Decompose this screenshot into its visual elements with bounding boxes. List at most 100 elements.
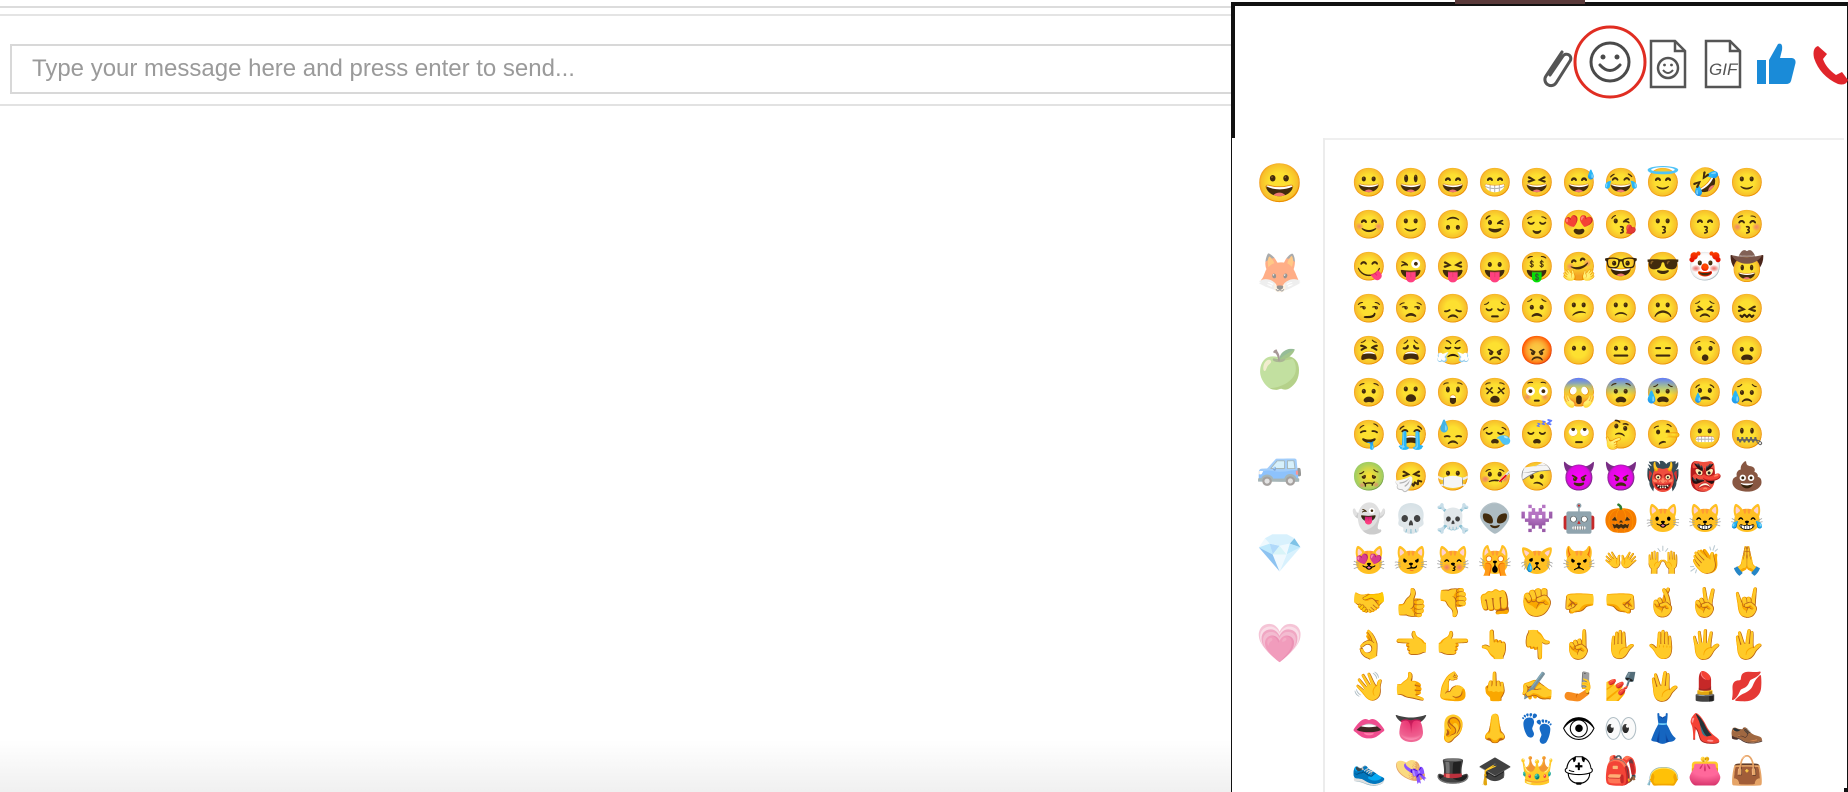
emoji-item[interactable]: 😀 [1348,162,1390,204]
emoji-item[interactable]: 🙀 [1474,540,1516,582]
emoji-item[interactable]: 😃 [1390,162,1432,204]
emoji-item[interactable]: 👹 [1642,456,1684,498]
emoji-item[interactable]: 🤙 [1390,666,1432,708]
emoji-item[interactable]: 🤚 [1642,624,1684,666]
emoji-item[interactable]: 🤔 [1600,414,1642,456]
emoji-item[interactable]: 👝 [1642,750,1684,792]
emoji-item[interactable]: 🙏 [1726,540,1768,582]
emoji-item[interactable]: 😖 [1726,288,1768,330]
emoji-item[interactable]: 😽 [1432,540,1474,582]
emoji-item[interactable]: 😈 [1558,456,1600,498]
emoji-item[interactable]: 😜 [1390,246,1432,288]
emoji-item[interactable]: 👀 [1600,708,1642,750]
emoji-item[interactable]: 😔 [1474,288,1516,330]
emoji-item[interactable]: 😾 [1558,540,1600,582]
emoji-item[interactable]: ✍️ [1516,666,1558,708]
emoji-item[interactable]: 🎓 [1474,750,1516,792]
emoji-item[interactable]: 😘 [1600,204,1642,246]
emoji-item[interactable]: 😥 [1726,372,1768,414]
emoji-item[interactable]: 😤 [1432,330,1474,372]
emoji-item[interactable]: 👉 [1432,624,1474,666]
emoji-item[interactable]: 🤖 [1558,498,1600,540]
emoji-item[interactable]: 😝 [1432,246,1474,288]
emoji-item[interactable]: 💩 [1726,456,1768,498]
emoji-item[interactable]: 👌 [1348,624,1390,666]
emoji-item[interactable]: 🤗 [1558,246,1600,288]
emoji-item[interactable]: 😮 [1390,372,1432,414]
emoji-item[interactable]: 👅 [1390,708,1432,750]
emoji-item[interactable]: 👠 [1684,708,1726,750]
emoji-item[interactable]: 🖖 [1726,624,1768,666]
emoji-item[interactable]: 💅 [1600,666,1642,708]
emoji-item[interactable]: 🤒 [1474,456,1516,498]
emoji-item[interactable]: 😶 [1558,330,1600,372]
emoji-item[interactable]: 😴 [1516,414,1558,456]
emoji-item[interactable]: 😋 [1348,246,1390,288]
emoji-item[interactable]: 😗 [1642,204,1684,246]
emoji-item[interactable]: 👒 [1390,750,1432,792]
emoji-icon[interactable] [1572,24,1648,100]
emoji-item[interactable]: 😼 [1390,540,1432,582]
emoji-item[interactable]: 🤠 [1726,246,1768,288]
emoji-item[interactable]: 😢 [1684,372,1726,414]
emoji-item[interactable]: 🤳 [1558,666,1600,708]
emoji-item[interactable]: 😯 [1684,330,1726,372]
emoji-item[interactable]: 😧 [1348,372,1390,414]
emoji-item[interactable]: 🤓 [1600,246,1642,288]
emoji-item[interactable]: 😭 [1390,414,1432,456]
emoji-item[interactable]: 😨 [1600,372,1642,414]
emoji-item[interactable]: 👇 [1516,624,1558,666]
emoji-item[interactable]: 😲 [1432,372,1474,414]
attach-icon[interactable] [1532,42,1576,94]
emoji-item[interactable]: 🙂 [1390,204,1432,246]
emoji-item[interactable]: 👞 [1726,708,1768,750]
emoji-item[interactable]: 🎩 [1432,750,1474,792]
emoji-item[interactable]: 😇 [1642,162,1684,204]
emoji-item[interactable]: 🤘 [1726,582,1768,624]
emoji-item[interactable]: 😺 [1642,498,1684,540]
emoji-item[interactable]: 😒 [1390,288,1432,330]
emoji-item[interactable]: 😸 [1684,498,1726,540]
emoji-item[interactable]: 💪 [1432,666,1474,708]
emoji-item[interactable]: 🎒 [1600,750,1642,792]
emoji-item[interactable]: 👾 [1516,498,1558,540]
emoji-item[interactable]: 😞 [1432,288,1474,330]
emoji-item[interactable]: 😕 [1558,288,1600,330]
emoji-item[interactable]: 🤧 [1390,456,1432,498]
emoji-item[interactable]: 👊 [1474,582,1516,624]
emoji-item[interactable]: 😰 [1642,372,1684,414]
emoji-item[interactable]: 🤞 [1642,582,1684,624]
emoji-item[interactable]: 😣 [1684,288,1726,330]
gif-icon[interactable]: GIF [1700,38,1744,90]
thumbs-up-icon[interactable] [1754,38,1798,90]
emoji-item[interactable]: 👏 [1684,540,1726,582]
category-food-tab[interactable]: 🍏 [1256,348,1303,392]
emoji-item[interactable]: 😫 [1348,330,1390,372]
emoji-item[interactable]: 😂 [1600,162,1642,204]
emoji-item[interactable]: 🖖 [1642,666,1684,708]
emoji-item[interactable]: 😄 [1432,162,1474,204]
emoji-item[interactable]: 🖐 [1684,624,1726,666]
emoji-item[interactable]: 🤤 [1348,414,1390,456]
emoji-item[interactable]: 💋 [1726,666,1768,708]
emoji-item[interactable]: 🤐 [1726,414,1768,456]
emoji-item[interactable]: 😱 [1558,372,1600,414]
emoji-item[interactable]: 👽 [1474,498,1516,540]
sticker-icon[interactable] [1645,38,1689,90]
emoji-item[interactable]: ☠️ [1432,498,1474,540]
emoji-item[interactable]: 👑 [1516,750,1558,792]
emoji-item[interactable]: 😍 [1558,204,1600,246]
category-symbols-tab[interactable]: 💗 [1256,622,1303,666]
emoji-item[interactable]: 🙃 [1432,204,1474,246]
emoji-item[interactable]: 👺 [1684,456,1726,498]
emoji-item[interactable]: 😆 [1516,162,1558,204]
emoji-item[interactable]: 😎 [1642,246,1684,288]
phone-icon[interactable] [1808,38,1848,90]
emoji-item[interactable]: 😓 [1432,414,1474,456]
emoji-item[interactable]: 😩 [1390,330,1432,372]
emoji-item[interactable]: 👎 [1432,582,1474,624]
emoji-item[interactable]: ✊ [1516,582,1558,624]
emoji-item[interactable]: 😁 [1474,162,1516,204]
emoji-item[interactable]: ⛑ [1558,750,1600,792]
emoji-item[interactable]: 👂 [1432,708,1474,750]
